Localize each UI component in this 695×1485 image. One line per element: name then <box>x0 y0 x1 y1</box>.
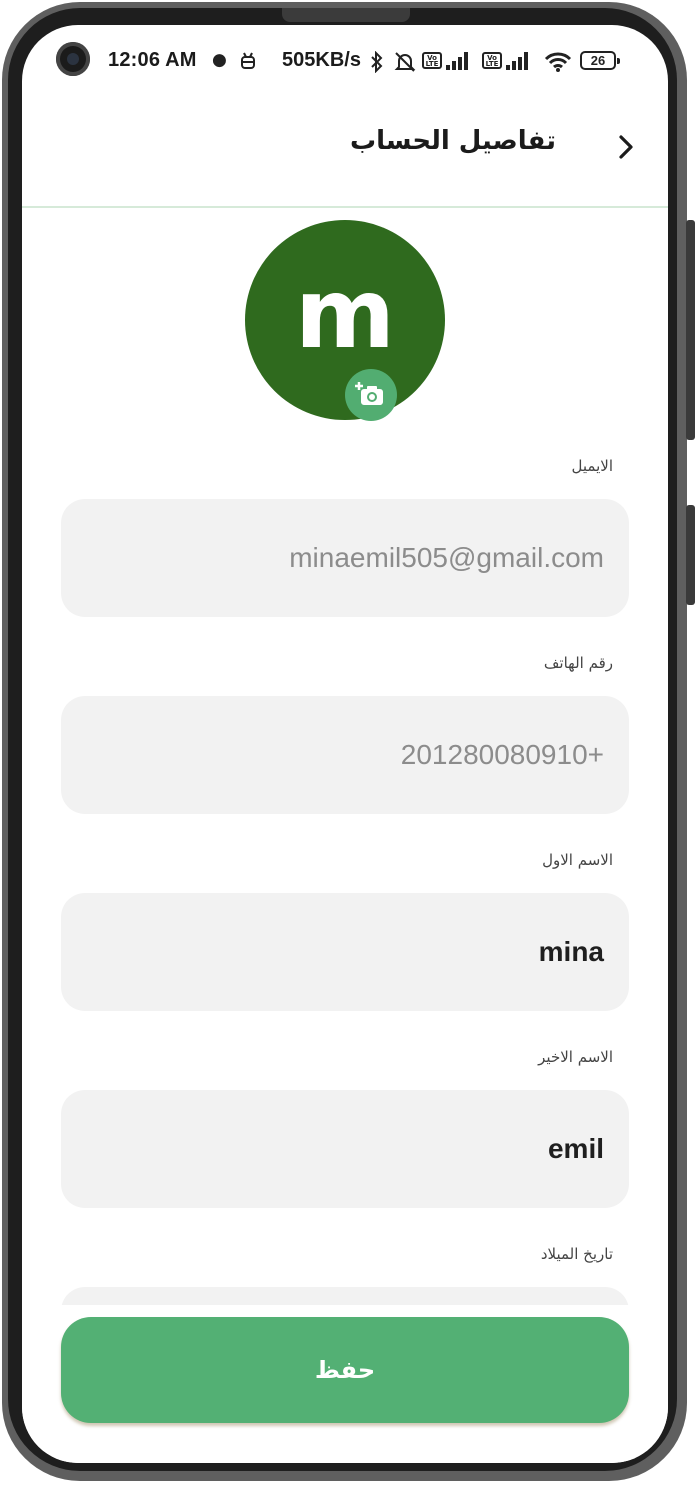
battery-indicator: 26 <box>580 51 620 70</box>
first-name-value: mina <box>538 936 604 967</box>
save-button-label: حفظ <box>314 1356 376 1384</box>
power-button <box>686 505 695 605</box>
bell-off-icon <box>394 52 416 72</box>
volte-icon: Vo LTE <box>422 52 442 69</box>
phone-field[interactable]: 201280080910+ <box>61 696 629 814</box>
front-camera <box>56 42 90 76</box>
save-button[interactable]: حفظ <box>61 1317 629 1423</box>
last-name-label: الاسم الاخير <box>538 1048 613 1066</box>
status-time: 12:06 AM <box>108 49 197 71</box>
volume-button <box>686 220 695 440</box>
avatar-letter: m <box>294 258 396 370</box>
change-photo-button[interactable] <box>345 369 397 421</box>
network-speed: 505KB/s <box>282 49 361 71</box>
page-title: تفاصيل الحساب <box>350 126 556 156</box>
email-label: الايميل <box>571 457 613 475</box>
earpiece <box>282 8 410 22</box>
signal-icon <box>446 52 472 70</box>
first-name-label: الاسم الاول <box>542 851 613 869</box>
email-value: minaemil505@gmail.com <box>289 542 604 573</box>
wifi-icon <box>544 52 572 72</box>
appbar-divider <box>22 206 668 208</box>
phone-value: 201280080910+ <box>400 739 604 770</box>
phone-label: رقم الهاتف <box>543 654 613 672</box>
phone-frame: 12:06 AM ● 505KB/s Vo LTE Vo LTE 26 تفاص… <box>0 0 695 1485</box>
first-name-field[interactable]: mina <box>61 893 629 1011</box>
add-photo-icon <box>355 382 383 405</box>
chat-bubble-icon: ● <box>212 50 227 70</box>
last-name-value: emil <box>547 1133 604 1164</box>
last-name-field[interactable]: emil <box>61 1090 629 1208</box>
screen: 12:06 AM ● 505KB/s Vo LTE Vo LTE 26 تفاص… <box>22 25 668 1463</box>
email-field[interactable]: minaemil505@gmail.com <box>61 499 629 617</box>
android-debug-icon <box>241 52 255 69</box>
signal-icon-2 <box>506 52 532 70</box>
volte-icon-2: Vo LTE <box>482 52 502 69</box>
chevron-right-icon[interactable] <box>612 133 640 161</box>
bluetooth-icon <box>371 51 383 73</box>
birth-date-label: تاريخ الميلاد <box>540 1245 613 1263</box>
